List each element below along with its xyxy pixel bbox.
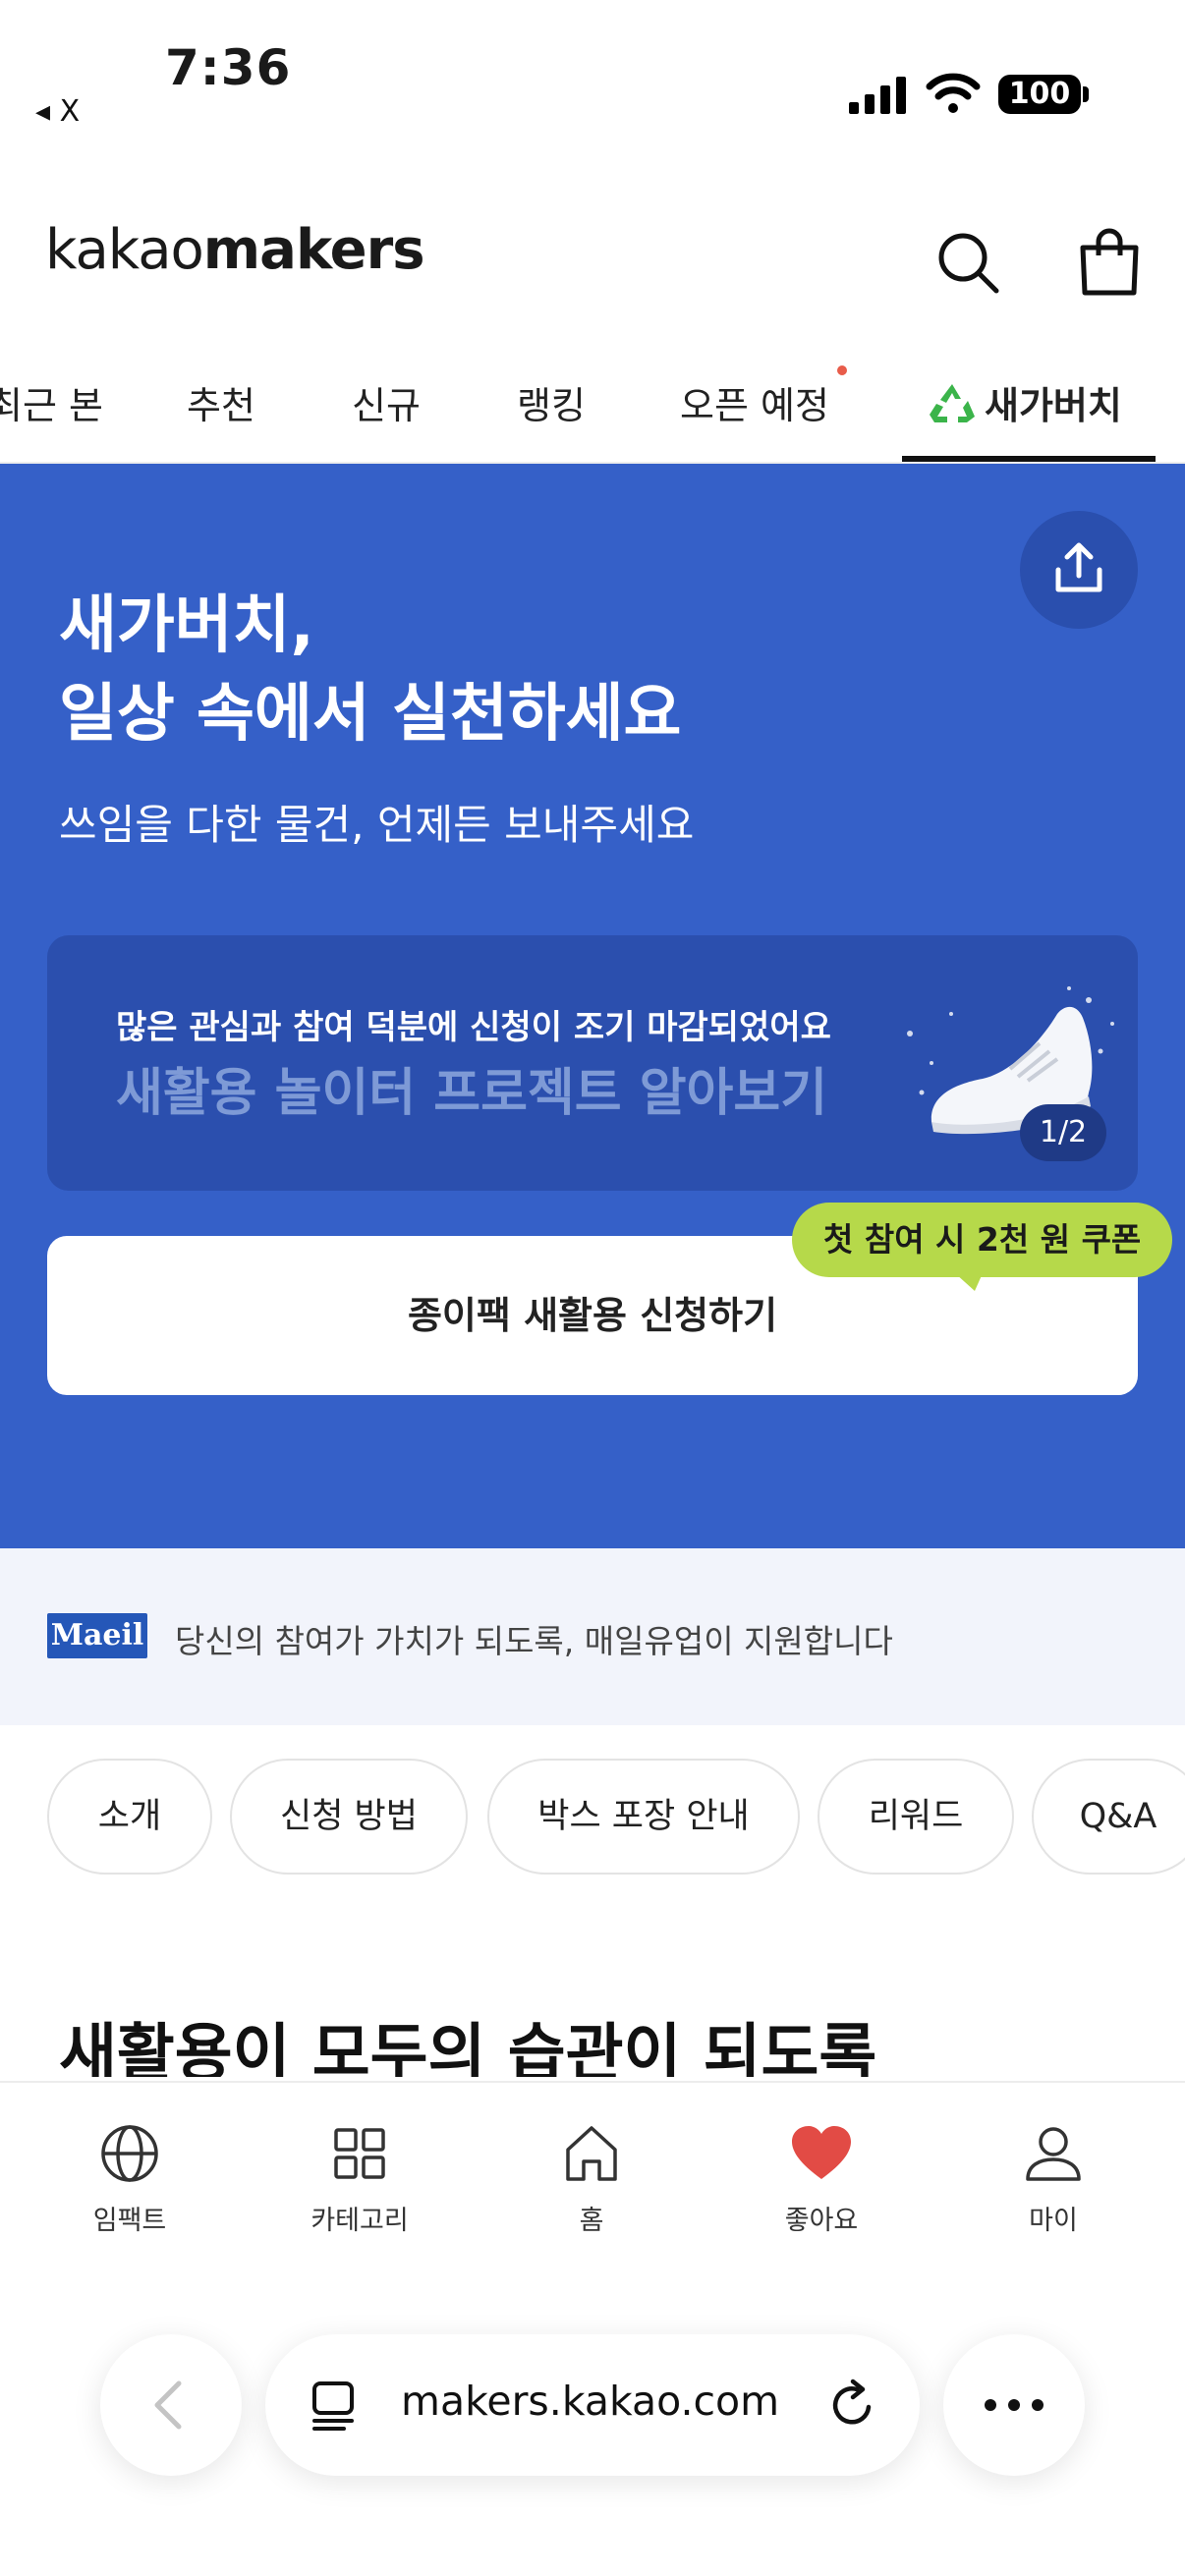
chip-intro[interactable]: 소개 [47,1759,212,1875]
kakaomakers-logo[interactable]: kakaomakers [45,218,425,282]
wifi-icon [926,73,981,113]
coupon-badge: 첫 참여 시 2천 원 쿠폰 [792,1203,1173,1277]
nav-home-label: 홈 [579,2206,604,2236]
share-button[interactable] [1020,511,1138,629]
reload-icon[interactable] [825,2378,880,2433]
tab-ranking[interactable]: 랭킹 [517,375,586,429]
chip-box-packing[interactable]: 박스 포장 안내 [487,1759,800,1875]
signal-icon [849,77,906,114]
browser-back-button[interactable] [100,2334,242,2476]
tab-recommend[interactable]: 추천 [187,375,255,429]
hero-title-line1: 새가버치, [59,589,314,662]
nav-likes-label: 좋아요 [784,2206,859,2236]
reader-icon[interactable] [309,2380,362,2433]
more-icon [985,2399,1044,2411]
hero-title: 새가버치, 일상 속에서 실천하세요 [59,582,681,758]
recycle-icon [930,384,975,422]
banner-pager: 1/2 [1020,1104,1106,1161]
nav-home[interactable]: 홈 [503,2122,680,2237]
battery-icon: 100 [998,75,1081,114]
status-bar: 7:36 ◂ X 100 [0,0,1185,147]
maeil-logo: Maeil [47,1613,147,1658]
new-badge-dot [837,365,847,375]
chip-how-to-apply[interactable]: 신청 방법 [230,1759,468,1875]
back-arrow-icon [154,2380,182,2430]
active-tab-indicator [902,456,1156,462]
tab-upcycle[interactable]: 새가버치 [928,375,1122,429]
battery-cap [1083,86,1089,102]
banner-headline: 새활용 놀이터 프로젝트 알아보기 [116,1064,828,1123]
person-icon [1026,2127,1081,2181]
nav-impact-label: 임팩트 [92,2206,167,2236]
hero-subtitle: 쓰임을 다한 물건, 언제든 보내주세요 [59,801,695,849]
search-icon[interactable] [933,228,1002,297]
tab-upcoming[interactable]: 오픈 예정 [680,375,829,429]
coupon-badge-tail [955,1273,983,1291]
grid-icon [334,2128,385,2179]
banner-notice: 많은 관심과 참여 덕분에 신청이 조기 마감되었어요 [116,1008,831,1047]
nav-my[interactable]: 마이 [965,2122,1142,2237]
logo-kakao: kakao [45,218,204,282]
heart-icon [792,2126,851,2179]
promo-banner[interactable]: 많은 관심과 참여 덕분에 신청이 조기 마감되었어요 새활용 놀이터 프로젝트… [47,935,1138,1191]
sponsor-strip: Maeil 당신의 참여가 가치가 되도록, 매일유업이 지원합니다 [0,1548,1185,1725]
back-to-app-link[interactable]: ◂ X [35,94,80,129]
nav-impact[interactable]: 임팩트 [41,2122,218,2237]
nav-likes[interactable]: 좋아요 [733,2122,910,2237]
tab-upcycle-label: 새가버치 [985,384,1122,427]
shopping-bag-icon[interactable] [1075,226,1144,297]
chip-reward[interactable]: 리워드 [818,1759,1014,1875]
sponsor-text: 당신의 참여가 가치가 되도록, 매일유업이 지원합니다 [175,1622,893,1660]
nav-category[interactable]: 카테고리 [271,2122,448,2237]
section-heading-text: 새활용이 모두의 습관이 되도록 [59,2018,877,2077]
browser-more-button[interactable] [943,2334,1085,2476]
share-icon [1055,542,1102,592]
nav-category-label: 카테고리 [310,2206,409,2236]
browser-url-text: makers.kakao.com [401,2378,780,2425]
hero-title-line2: 일상 속에서 실천하세요 [59,678,682,751]
chip-qna[interactable]: Q&A [1032,1759,1185,1875]
hero-section: 새가버치, 일상 속에서 실천하세요 쓰임을 다한 물건, 언제든 보내주세요 … [0,464,1185,1548]
category-tabs: 최근 본 추천 신규 랭킹 오픈 예정 새가버치 [0,354,1185,464]
status-time: 7:36 [165,39,292,96]
section-heading: 새활용이 모두의 습관이 되도록 [59,2010,1140,2077]
tab-new[interactable]: 신규 [352,375,421,429]
logo-makers: makers [202,218,425,282]
tab-recent[interactable]: 최근 본 [0,375,103,429]
home-icon [566,2126,617,2181]
bottom-navigation: 임팩트 카테고리 홈 좋아요 마이 [0,2081,1185,2576]
browser-url-bar[interactable]: makers.kakao.com [265,2334,920,2476]
nav-my-label: 마이 [1029,2206,1078,2236]
globe-icon [101,2125,158,2182]
